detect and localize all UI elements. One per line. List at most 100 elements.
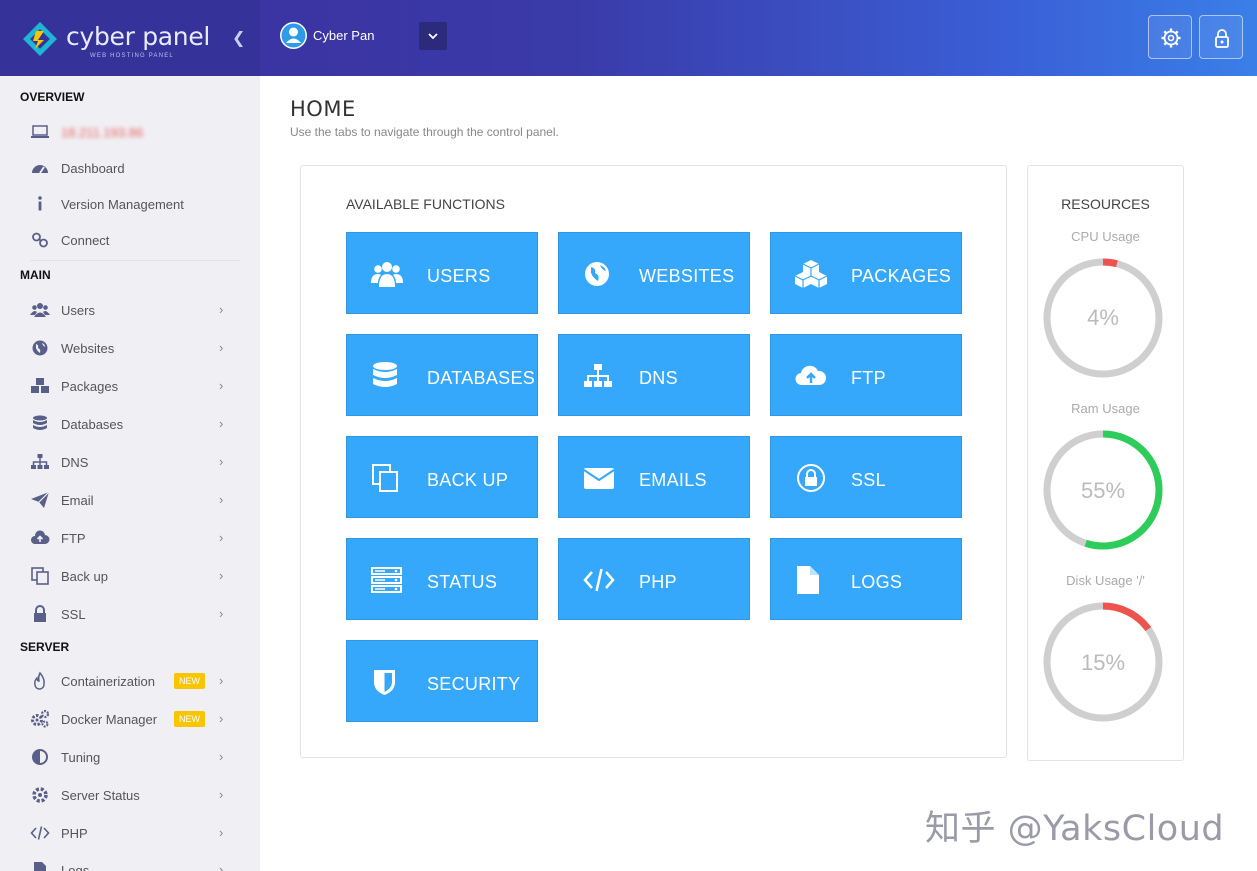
chevron-right-icon: › xyxy=(219,711,224,726)
sidebar-item-ssl[interactable]: SSL › xyxy=(0,599,260,629)
sitemap-icon xyxy=(584,364,612,387)
laptop-icon xyxy=(31,125,49,138)
tile-php[interactable]: PHP xyxy=(558,538,750,620)
user-dropdown-button[interactable] xyxy=(419,22,447,50)
tile-label: SSL xyxy=(851,470,886,490)
paper-plane-icon xyxy=(31,491,50,508)
sidebar-item-version-management[interactable]: Version Management xyxy=(0,189,260,219)
tile-ssl[interactable]: SSL xyxy=(770,436,962,518)
tile-emails[interactable]: EMAILS xyxy=(558,436,750,518)
functions-title: AVAILABLE FUNCTIONS xyxy=(346,196,505,212)
tile-packages[interactable]: PACKAGES xyxy=(770,232,962,314)
user-name[interactable]: Cyber Pan xyxy=(313,28,374,43)
tile-security[interactable]: SECURITY xyxy=(346,640,538,722)
page-title: HOME xyxy=(290,97,356,121)
copy-icon xyxy=(31,567,49,585)
link-icon xyxy=(32,232,48,248)
sidebar-item-email[interactable]: Email › xyxy=(0,485,260,515)
cloud-upload-icon xyxy=(795,365,827,386)
users-icon xyxy=(30,303,50,317)
sidebar-item-label: PHP xyxy=(61,826,88,841)
sidebar-item-label: FTP xyxy=(61,531,86,546)
sidebar-item-label: Connect xyxy=(61,233,110,248)
users-icon xyxy=(371,262,403,287)
section-server: SERVER xyxy=(20,640,70,654)
tile-websites[interactable]: WEBSITES xyxy=(558,232,750,314)
new-badge: NEW xyxy=(174,711,205,727)
chevron-right-icon: › xyxy=(219,492,224,507)
sidebar-item-containerization[interactable]: Containerization NEW › xyxy=(0,666,260,696)
sidebar-item-label: Dashboard xyxy=(61,161,125,176)
tile-status[interactable]: STATUS xyxy=(346,538,538,620)
sidebar-item-label: Packages xyxy=(61,379,119,394)
chevron-right-icon: › xyxy=(219,454,224,469)
cpu-usage-label: CPU Usage xyxy=(1071,229,1140,244)
lock-icon xyxy=(797,464,825,492)
chevron-right-icon: › xyxy=(219,378,224,393)
tile-label: PACKAGES xyxy=(851,266,952,286)
tile-label: SECURITY xyxy=(427,674,521,694)
ram-usage-label: Ram Usage xyxy=(1071,401,1140,416)
copy-icon xyxy=(372,464,398,492)
avatar[interactable] xyxy=(280,22,307,49)
cubes-icon xyxy=(795,260,827,288)
sidebar-item-databases[interactable]: Databases › xyxy=(0,409,260,439)
sidebar-item-label: DNS xyxy=(61,455,89,470)
chevron-right-icon: › xyxy=(219,340,224,355)
lock-button[interactable] xyxy=(1199,15,1243,59)
globe-icon xyxy=(32,340,48,356)
sidebar-item-connect[interactable]: Connect xyxy=(0,225,260,255)
sidebar-item-websites[interactable]: Websites › xyxy=(0,333,260,363)
adjust-icon xyxy=(32,749,48,765)
chevron-right-icon: › xyxy=(219,302,224,317)
tile-label: STATUS xyxy=(427,572,498,592)
sidebar-item-php[interactable]: PHP › xyxy=(0,818,260,848)
cogs-icon xyxy=(31,709,50,728)
sidebar-item-label: Email xyxy=(61,493,94,508)
brand-subtitle: WEB HOSTING PANEL xyxy=(90,53,174,59)
resources-title: RESOURCES xyxy=(1061,196,1150,212)
sidebar-collapse-icon[interactable]: ❮ xyxy=(232,28,245,48)
gauge-arc xyxy=(1102,258,1118,268)
sidebar-item-ftp[interactable]: FTP › xyxy=(0,523,260,553)
settings-button[interactable] xyxy=(1148,15,1192,59)
disk-usage-label: Disk Usage '/' xyxy=(1066,573,1145,588)
sidebar: OVERVIEW 18.211.193.86 Dashboard Version… xyxy=(0,76,260,871)
chevron-right-icon: › xyxy=(219,673,224,688)
sidebar-item-dns[interactable]: DNS › xyxy=(0,447,260,477)
tile-label: PHP xyxy=(639,572,677,592)
sidebar-item-server-status[interactable]: Server Status › xyxy=(0,780,260,810)
sidebar-item-server-ip[interactable]: 18.211.193.86 xyxy=(0,117,260,147)
section-overview: OVERVIEW xyxy=(20,90,85,104)
chevron-right-icon: › xyxy=(219,749,224,764)
tile-back-up[interactable]: BACK UP xyxy=(346,436,538,518)
sidebar-item-label: Server Status xyxy=(61,788,140,803)
file-icon xyxy=(34,862,46,871)
tile-logs[interactable]: LOGS xyxy=(770,538,962,620)
tile-databases[interactable]: DATABASES xyxy=(346,334,538,416)
sidebar-item-packages[interactable]: Packages › xyxy=(0,371,260,401)
gear-icon xyxy=(32,787,48,803)
sitemap-icon xyxy=(31,454,49,469)
tile-label: DATABASES xyxy=(427,368,536,388)
sidebar-item-dashboard[interactable]: Dashboard xyxy=(0,153,260,183)
sidebar-item-label: Users xyxy=(61,303,95,318)
cubes-icon xyxy=(31,378,49,393)
tile-label: WEBSITES xyxy=(639,266,735,286)
tile-ftp[interactable]: FTP xyxy=(770,334,962,416)
sidebar-item-back-up[interactable]: Back up › xyxy=(0,561,260,591)
tile-label: EMAILS xyxy=(639,470,707,490)
sidebar-item-label: Websites xyxy=(61,341,115,356)
tile-dns[interactable]: DNS xyxy=(558,334,750,416)
cloud-upload-icon xyxy=(31,530,50,544)
chevron-right-icon: › xyxy=(219,825,224,840)
tile-users[interactable]: USERS xyxy=(346,232,538,314)
page-subtitle: Use the tabs to navigate through the con… xyxy=(290,125,559,139)
disk-usage-value: 15% xyxy=(1080,650,1126,675)
sidebar-item-users[interactable]: Users › xyxy=(0,295,260,325)
sidebar-item-docker-manager[interactable]: Docker Manager NEW › xyxy=(0,704,260,734)
chevron-down-icon xyxy=(428,33,438,40)
code-icon xyxy=(583,568,615,592)
sidebar-item-logs[interactable]: Logs › xyxy=(0,855,260,871)
sidebar-item-tuning[interactable]: Tuning › xyxy=(0,742,260,772)
